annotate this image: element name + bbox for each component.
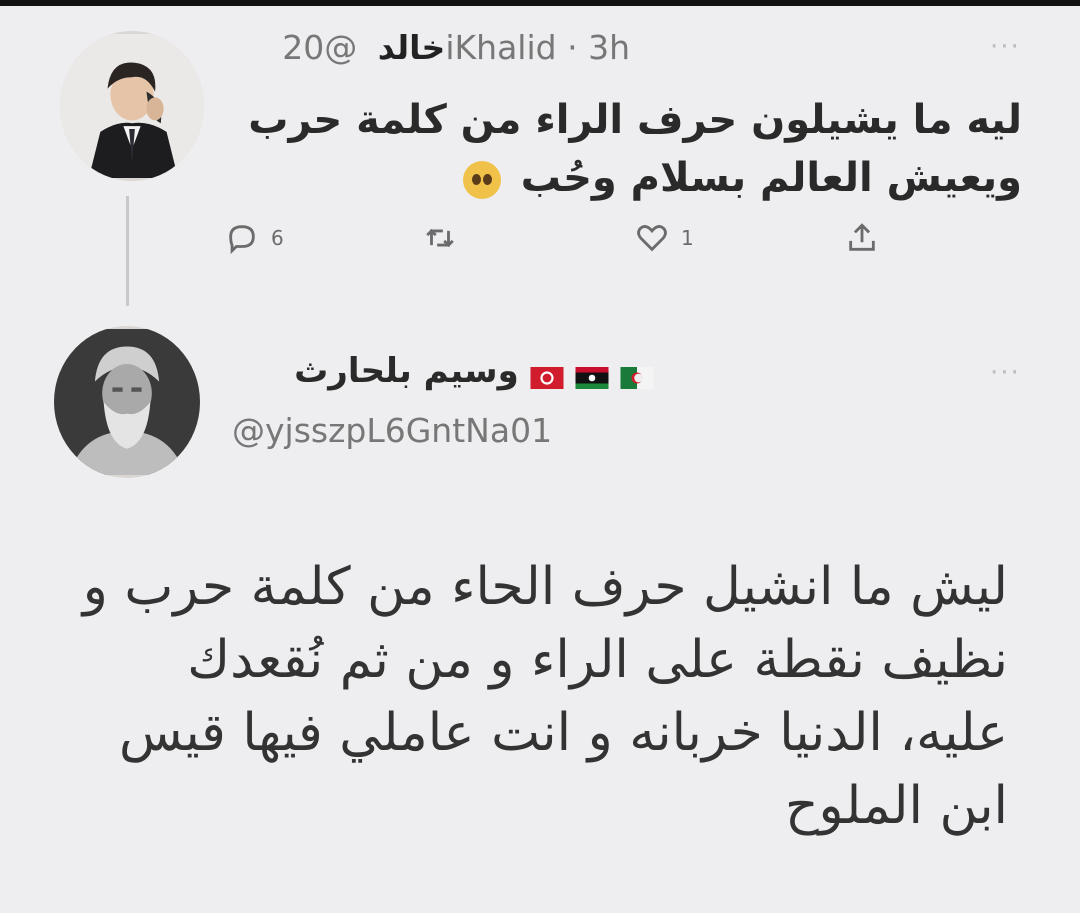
reply-button[interactable]: 6: [225, 218, 284, 258]
avatar-photo: [54, 329, 200, 475]
original-tweet[interactable]: خالد @20iKhalid · 3h ··· ليه ما يشيلون ح…: [0, 6, 1080, 306]
timestamp[interactable]: 3h: [588, 28, 630, 67]
display-name[interactable]: وسيم بلحارث: [294, 351, 519, 391]
like-button[interactable]: 1: [635, 218, 694, 258]
avatar[interactable]: [54, 326, 200, 478]
like-count: 1: [681, 226, 694, 250]
algeria-flag: [620, 366, 654, 389]
tunisia-flag: [530, 366, 564, 389]
more-icon[interactable]: ···: [990, 360, 1030, 386]
tweet-text: ليه ما يشيلون حرف الراء من كلمة حرب ويعي…: [242, 91, 1022, 207]
libya-flag: [575, 366, 609, 389]
reply-tweet-header: وسيم بلحارث: [220, 351, 660, 391]
thread-connector-line: [126, 196, 129, 306]
reply-icon: [229, 225, 255, 255]
pleading-face-emoji: [462, 161, 501, 199]
screenshot-area: خالد @20iKhalid · 3h ··· ليه ما يشيلون ح…: [0, 6, 1080, 913]
more-icon[interactable]: ···: [990, 34, 1030, 60]
reply-count: 6: [271, 226, 284, 250]
tweet-header: خالد @20iKhalid · 3h: [282, 28, 630, 67]
display-name[interactable]: خالد: [378, 28, 446, 67]
reply-tweet-text: ليش ما انشيل حرف الحاء من كلمة حرب و نظي…: [82, 557, 1008, 836]
tweet-actions: 6 1: [225, 218, 895, 258]
share-button[interactable]: [845, 218, 879, 258]
separator-dot: ·: [567, 28, 578, 67]
heart-icon: [637, 225, 667, 252]
tweet-body: ليه ما يشيلون حرف الراء من كلمة حرب ويعي…: [248, 97, 1022, 201]
retweet-icon: [426, 228, 454, 248]
handle[interactable]: @yjsszpL6GntNa01: [232, 411, 552, 450]
share-icon: [849, 223, 875, 251]
avatar[interactable]: [60, 31, 204, 181]
retweet-button[interactable]: [423, 218, 457, 258]
flag-emojis: [524, 366, 654, 389]
avatar-photo: [60, 34, 204, 178]
